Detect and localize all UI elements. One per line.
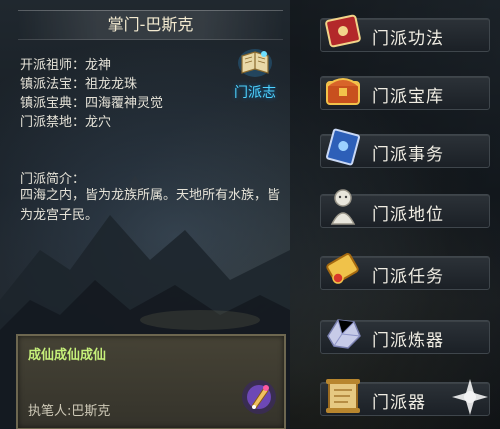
chronicle-label: 门派志 bbox=[234, 85, 276, 101]
note-author: 执笔人:巴斯克 bbox=[28, 404, 111, 419]
treasure-label: 镇派法宝： bbox=[20, 77, 86, 92]
menu-label-status: 门派地位 bbox=[372, 205, 444, 225]
blue-scroll-icon bbox=[326, 128, 360, 166]
sect-info-panel: 掌门-巴斯克 开派祖师：龙神 镇派法宝：祖龙龙珠 镇派宝典：四海覆神灵觉 门派禁… bbox=[0, 0, 290, 429]
menu-label-tasks: 门派任务 bbox=[372, 267, 444, 287]
edit-brush-icon[interactable] bbox=[240, 378, 278, 416]
treasure-chest-icon bbox=[326, 78, 360, 105]
menu-item-tasks[interactable]: 门派任务 bbox=[290, 242, 490, 296]
map-scroll-icon bbox=[326, 379, 360, 413]
scripture-value: 四海覆神灵觉 bbox=[85, 96, 164, 111]
sect-screen: 掌门-巴斯克 开派祖师：龙神 镇派法宝：祖龙龙珠 镇派宝典：四海覆神灵觉 门派禁… bbox=[0, 0, 500, 429]
menu-item-skills[interactable]: 门派功法 bbox=[290, 4, 490, 58]
sect-menu: 门派功法 门派宝库 门派事务 门派地位 门派任务 门派炼器 门派器 bbox=[290, 0, 500, 429]
chronicle-book-icon bbox=[238, 49, 272, 77]
treasure-line: 镇派法宝：祖龙龙珠 bbox=[20, 73, 137, 92]
menu-label-forging: 门派炼器 bbox=[372, 331, 444, 351]
sect-chronicle-button[interactable]: 门派志 bbox=[224, 46, 286, 104]
sect-title: 掌门-巴斯克 bbox=[18, 10, 283, 40]
scripture-label: 镇派宝典： bbox=[20, 96, 86, 111]
note-text: 成仙成仙成仙 bbox=[28, 348, 107, 363]
forbidden-land-label: 门派禁地： bbox=[20, 115, 86, 130]
sparkle-effect bbox=[452, 379, 488, 415]
menu-item-treasury[interactable]: 门派宝库 bbox=[290, 62, 490, 116]
scripture-line: 镇派宝典：四海覆神灵觉 bbox=[20, 92, 163, 111]
founder-value: 龙神 bbox=[85, 58, 112, 73]
golden-scroll-icon bbox=[326, 253, 359, 284]
menu-label-skills: 门派功法 bbox=[372, 29, 444, 49]
intro-text: 四海之内，皆为龙族所属。天地所有水族，皆为龙宫子民。 bbox=[20, 188, 281, 223]
menu-label-treasury: 门派宝库 bbox=[372, 87, 444, 107]
founder-label: 开派祖师： bbox=[20, 58, 86, 73]
forbidden-land-line: 门派禁地：龙穴 bbox=[20, 111, 111, 130]
menu-item-forging[interactable]: 门派炼器 bbox=[290, 306, 490, 360]
crystal-ore-icon bbox=[327, 319, 361, 349]
founder-line: 开派祖师：龙神 bbox=[20, 54, 111, 73]
red-book-icon bbox=[325, 14, 361, 48]
forbidden-land-value: 龙穴 bbox=[85, 115, 112, 130]
intro-heading: 门派简介： bbox=[20, 172, 86, 187]
menu-item-affairs[interactable]: 门派事务 bbox=[290, 120, 490, 174]
treasure-value: 祖龙龙珠 bbox=[85, 77, 138, 92]
jade-figure-icon bbox=[330, 189, 356, 225]
note-box: 成仙成仙成仙 执笔人:巴斯克 bbox=[16, 334, 286, 429]
menu-item-status[interactable]: 门派地位 bbox=[290, 180, 490, 234]
menu-label-affairs: 门派事务 bbox=[372, 145, 444, 165]
menu-label-artifacts: 门派器 bbox=[372, 393, 426, 413]
